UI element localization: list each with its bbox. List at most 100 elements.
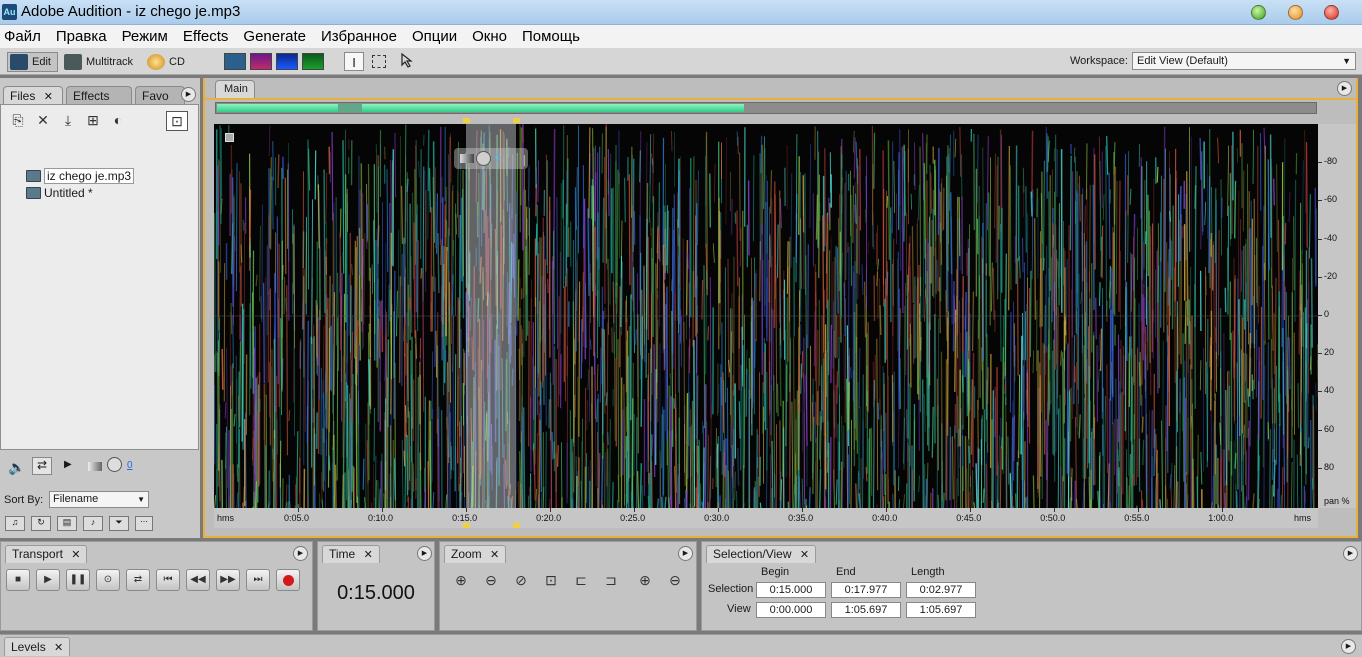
- waveform-display-button[interactable]: [224, 53, 246, 70]
- zoom-to-left-edge-icon[interactable]: ⊏: [570, 570, 592, 590]
- selection-end-marker[interactable]: [513, 523, 521, 528]
- resize-handle-icon[interactable]: [225, 133, 234, 142]
- list-item[interactable]: iz chego je.mp3: [23, 167, 198, 184]
- cd-view-button[interactable]: CD: [147, 52, 185, 72]
- volume-value[interactable]: 0: [495, 153, 501, 164]
- zoom-navigator-bar[interactable]: [215, 102, 1317, 114]
- close-file-icon[interactable]: ✕: [33, 111, 53, 129]
- spectral-pan-display-button[interactable]: [276, 53, 298, 70]
- close-icon[interactable]: ✕: [364, 549, 373, 561]
- menu-generate[interactable]: Generate: [243, 28, 306, 45]
- play-icon[interactable]: ▶: [64, 459, 72, 470]
- selection-begin-field[interactable]: 0:15.000: [756, 582, 826, 598]
- view-begin-field[interactable]: 0:00.000: [756, 602, 826, 618]
- loop-button[interactable]: ⇄: [126, 569, 150, 591]
- import-icon[interactable]: ⤓: [58, 111, 78, 129]
- show-video-icon[interactable]: ▤: [57, 516, 77, 531]
- show-audio-icon[interactable]: ♫: [5, 516, 25, 531]
- close-icon[interactable]: ✕: [44, 91, 53, 103]
- minimize-button[interactable]: [1251, 5, 1266, 20]
- marquee-selection-tool[interactable]: [372, 55, 386, 68]
- visible-range-indicator[interactable]: [217, 104, 745, 112]
- menu-effects[interactable]: Effects: [183, 28, 229, 45]
- play-button[interactable]: ▶: [36, 569, 60, 591]
- menu-view[interactable]: Режим: [122, 28, 168, 45]
- zoom-to-selection-icon[interactable]: ⊡: [540, 570, 562, 590]
- tab-favorites[interactable]: Favo: [135, 86, 185, 104]
- view-end-field[interactable]: 1:05.697: [831, 602, 901, 618]
- zoom-out-horizontal-icon[interactable]: ⊖: [480, 570, 502, 590]
- menu-favorites[interactable]: Избранное: [321, 28, 397, 45]
- selection-start-marker[interactable]: [463, 118, 471, 123]
- time-ruler[interactable]: hms hms 0:05.0 0:10.0 0:15.0 0:20.0 0:25.0 0:30…: [214, 508, 1318, 528]
- close-icon[interactable]: ✕: [71, 549, 80, 561]
- multitrack-view-button[interactable]: Multitrack: [64, 52, 133, 72]
- zoom-in-horizontal-icon[interactable]: ⊕: [450, 570, 472, 590]
- autoplay-icon[interactable]: 🔈: [8, 459, 25, 476]
- edit-view-button[interactable]: Edit: [7, 52, 58, 72]
- zoom-out-vertical-icon[interactable]: ⊖: [664, 570, 686, 590]
- tab-files[interactable]: Files ✕: [3, 86, 63, 104]
- open-file-icon[interactable]: ⎘: [8, 111, 28, 129]
- show-options-icon[interactable]: ⊡: [166, 111, 188, 131]
- selection-start-marker[interactable]: [463, 523, 471, 528]
- time-selection-region[interactable]: [466, 124, 517, 508]
- close-button[interactable]: [1324, 5, 1339, 20]
- volume-knob[interactable]: [107, 457, 122, 472]
- time-selection-tool[interactable]: I: [344, 52, 364, 71]
- menu-edit[interactable]: Правка: [56, 28, 107, 45]
- menu-help[interactable]: Помощь: [522, 28, 580, 45]
- selection-length-field[interactable]: 0:02.977: [906, 582, 976, 598]
- filter-icon[interactable]: ⏷: [109, 516, 129, 531]
- fast-forward-button[interactable]: ▶▶: [216, 569, 240, 591]
- workspace-select[interactable]: Edit View (Default) ▼: [1132, 52, 1356, 70]
- stop-button[interactable]: ■: [6, 569, 30, 591]
- sort-by-select[interactable]: Filename ▼: [49, 491, 149, 508]
- list-item[interactable]: Untitled *: [23, 184, 198, 201]
- spectral-frequency-display-button[interactable]: [250, 53, 272, 70]
- zoom-in-vertical-icon[interactable]: ⊕: [634, 570, 656, 590]
- tab-levels[interactable]: Levels ✕: [4, 637, 71, 656]
- tab-transport[interactable]: Transport ✕: [5, 545, 88, 563]
- insert-into-multitrack-icon[interactable]: ⊞: [83, 111, 103, 129]
- panel-menu-icon[interactable]: ▶: [417, 546, 432, 561]
- show-loops-icon[interactable]: ↻: [31, 516, 51, 531]
- zoom-out-full-icon[interactable]: ⊘: [510, 570, 532, 590]
- spectral-phase-display-button[interactable]: [302, 53, 324, 70]
- panel-menu-icon[interactable]: ▶: [1337, 81, 1352, 96]
- tab-time[interactable]: Time ✕: [322, 545, 380, 563]
- full-path-icon[interactable]: ⋯: [135, 516, 153, 531]
- play-from-cursor-button[interactable]: ⊙: [96, 569, 120, 591]
- volume-knob[interactable]: [476, 151, 491, 166]
- clip-volume-control[interactable]: 0: [454, 148, 528, 169]
- tab-zoom[interactable]: Zoom ✕: [444, 545, 507, 563]
- go-to-end-button[interactable]: ⏭: [246, 569, 270, 591]
- panel-menu-icon[interactable]: ▶: [181, 87, 196, 102]
- panel-menu-icon[interactable]: ▶: [1343, 546, 1358, 561]
- view-length-field[interactable]: 1:05.697: [906, 602, 976, 618]
- panel-menu-icon[interactable]: ▶: [293, 546, 308, 561]
- pause-button[interactable]: ❚❚: [66, 569, 90, 591]
- panel-menu-icon[interactable]: ▶: [678, 546, 693, 561]
- menu-options[interactable]: Опции: [412, 28, 457, 45]
- volume-value[interactable]: 0: [127, 460, 133, 471]
- close-icon[interactable]: ✕: [800, 549, 809, 561]
- spectral-pan-display[interactable]: 0: [214, 124, 1318, 508]
- selection-end-field[interactable]: 0:17.977: [831, 582, 901, 598]
- show-midi-icon[interactable]: ♪: [83, 516, 103, 531]
- go-to-start-button[interactable]: ⏮: [156, 569, 180, 591]
- tab-effects[interactable]: Effects: [66, 86, 132, 104]
- selection-end-marker[interactable]: [513, 118, 521, 123]
- loop-icon[interactable]: ⇄: [32, 457, 52, 475]
- tab-selection-view[interactable]: Selection/View ✕: [706, 545, 817, 563]
- lasso-selection-tool[interactable]: [398, 52, 418, 71]
- zoom-to-right-edge-icon[interactable]: ⊐: [600, 570, 622, 590]
- edit-file-icon[interactable]: ◐: [108, 111, 128, 129]
- record-button[interactable]: [276, 569, 300, 591]
- menu-file[interactable]: Файл: [4, 28, 41, 45]
- maximize-button[interactable]: [1288, 5, 1303, 20]
- panel-menu-icon[interactable]: ▶: [1341, 639, 1356, 654]
- tab-main[interactable]: Main: [215, 80, 255, 99]
- close-icon[interactable]: ✕: [490, 549, 499, 561]
- close-icon[interactable]: ✕: [54, 642, 63, 654]
